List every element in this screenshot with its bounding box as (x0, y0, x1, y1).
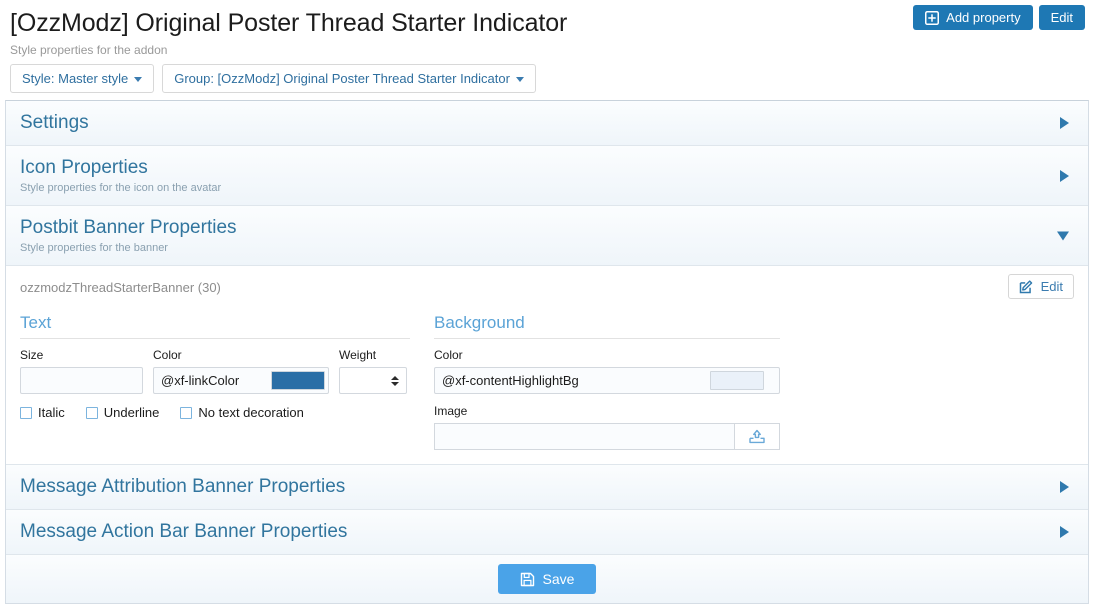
selector-bar: Style: Master style Group: [OzzModz] Ori… (0, 64, 1094, 93)
edit-property-label: Edit (1040, 279, 1063, 294)
expand-collapse-arrow (1060, 169, 1069, 182)
group-selector-label: Group: [OzzModz] Original Poster Thread … (174, 70, 510, 86)
background-group-heading: Background (434, 312, 780, 339)
text-color-combo (153, 367, 329, 394)
section-icon-properties[interactable]: Icon Properties Style properties for the… (6, 146, 1088, 206)
section-title: Message Attribution Banner Properties (20, 476, 346, 497)
size-label: Size (20, 348, 44, 362)
background-image-combo (434, 423, 780, 450)
background-color-combo (434, 367, 780, 394)
checkbox-italic-label: Italic (38, 405, 65, 420)
background-color-field-wrap: Color (434, 347, 780, 394)
page-header: [OzzModz] Original Poster Thread Starter… (0, 0, 1094, 62)
checkbox-no-text-decoration[interactable]: No text decoration (180, 405, 304, 420)
chevron-down-icon (515, 77, 524, 82)
expand-collapse-arrow (1060, 526, 1069, 538)
checkbox-italic[interactable]: Italic (20, 405, 65, 420)
edit-header-label: Edit (1050, 10, 1073, 25)
section-postbit-banner-properties[interactable]: Postbit Banner Properties Style properti… (6, 206, 1088, 266)
expand-collapse-arrow (1060, 117, 1069, 129)
form-footer: Save (6, 555, 1088, 603)
save-label: Save (542, 571, 575, 587)
background-color-input[interactable] (435, 368, 710, 393)
checkbox-box-icon (20, 406, 32, 419)
background-image-field-wrap: Image (434, 403, 780, 450)
triangle-right-icon (1060, 481, 1069, 493)
weight-select[interactable] (339, 367, 407, 394)
plus-square-icon (925, 10, 940, 25)
section-title: Icon Properties (20, 157, 148, 178)
text-property-group: Text Size Color @xf-linkColor Weight Ita… (20, 312, 410, 450)
expand-collapse-arrow (1060, 481, 1069, 493)
background-image-input[interactable] (434, 423, 734, 450)
triangle-right-icon (1060, 526, 1069, 538)
text-color-swatch[interactable] (271, 371, 325, 390)
add-property-label: Add property (946, 10, 1021, 25)
property-groups-block: Settings Icon Properties Style propertie… (5, 100, 1089, 604)
expand-collapse-arrow (1057, 231, 1069, 240)
section-settings[interactable]: Settings (6, 101, 1088, 146)
floppy-disk-icon (520, 572, 535, 587)
section-message-action-bar-banner-properties[interactable]: Message Action Bar Banner Properties (6, 510, 1088, 555)
style-selector-label: Style: Master style (22, 70, 129, 86)
property-editor: ozzmodzThreadStarterBanner (30) Edit Tex… (6, 266, 1088, 465)
property-name: ozzmodzThreadStarterBanner (30) (20, 280, 221, 295)
background-property-group: Background Color Image (434, 312, 780, 450)
checkbox-underline[interactable]: Underline (85, 405, 160, 420)
background-image-label: Image (434, 404, 468, 418)
style-selector[interactable]: Style: Master style (10, 64, 155, 93)
section-title: Message Action Bar Banner Properties (20, 521, 348, 542)
pencil-square-icon (1019, 279, 1034, 294)
text-color-label: Color (153, 348, 182, 362)
upload-icon (748, 429, 766, 445)
checkbox-box-icon (180, 406, 193, 419)
triangle-down-icon (1057, 231, 1069, 240)
spinner-icon (391, 375, 399, 386)
header-actions: Add property Edit (913, 5, 1085, 30)
save-button[interactable]: Save (497, 564, 597, 594)
text-color-field-wrap: Color (153, 347, 329, 394)
section-message-attribution-banner-properties[interactable]: Message Attribution Banner Properties (6, 465, 1088, 510)
checkbox-underline-label: Underline (103, 405, 160, 420)
upload-button[interactable] (734, 423, 780, 450)
group-selector[interactable]: Group: [OzzModz] Original Poster Thread … (162, 64, 536, 93)
text-decoration-checkboxes: Italic Underline No text decoration (20, 405, 410, 420)
background-color-label: Color (434, 348, 463, 362)
chevron-down-icon (134, 77, 143, 82)
triangle-right-icon (1060, 117, 1069, 129)
page-subtitle: Style properties for the addon (10, 43, 168, 57)
section-title: Postbit Banner Properties (20, 217, 237, 238)
section-description: Style properties for the banner (20, 242, 168, 254)
text-fields-row: Size Color Weight (20, 347, 410, 394)
property-columns: Text Size Color @xf-linkColor Weight Ita… (20, 312, 1074, 450)
text-color-input[interactable] (154, 368, 271, 393)
triangle-right-icon (1060, 169, 1069, 182)
background-color-swatch[interactable] (710, 371, 764, 390)
size-field-wrap: Size (20, 347, 143, 394)
size-input[interactable] (20, 367, 143, 394)
edit-header-button[interactable]: Edit (1038, 5, 1085, 30)
text-group-heading: Text (20, 312, 410, 339)
weight-label: Weight (339, 348, 377, 362)
weight-field-wrap: Weight (339, 347, 407, 394)
section-description: Style properties for the icon on the ava… (20, 182, 222, 194)
section-title: Settings (20, 112, 89, 133)
edit-property-button[interactable]: Edit (1007, 274, 1074, 299)
checkbox-box-icon (85, 406, 98, 419)
style-properties-page: [OzzModz] Original Poster Thread Starter… (0, 0, 1094, 604)
add-property-button[interactable]: Add property (913, 5, 1033, 30)
checkbox-no-text-decoration-label: No text decoration (198, 405, 304, 420)
